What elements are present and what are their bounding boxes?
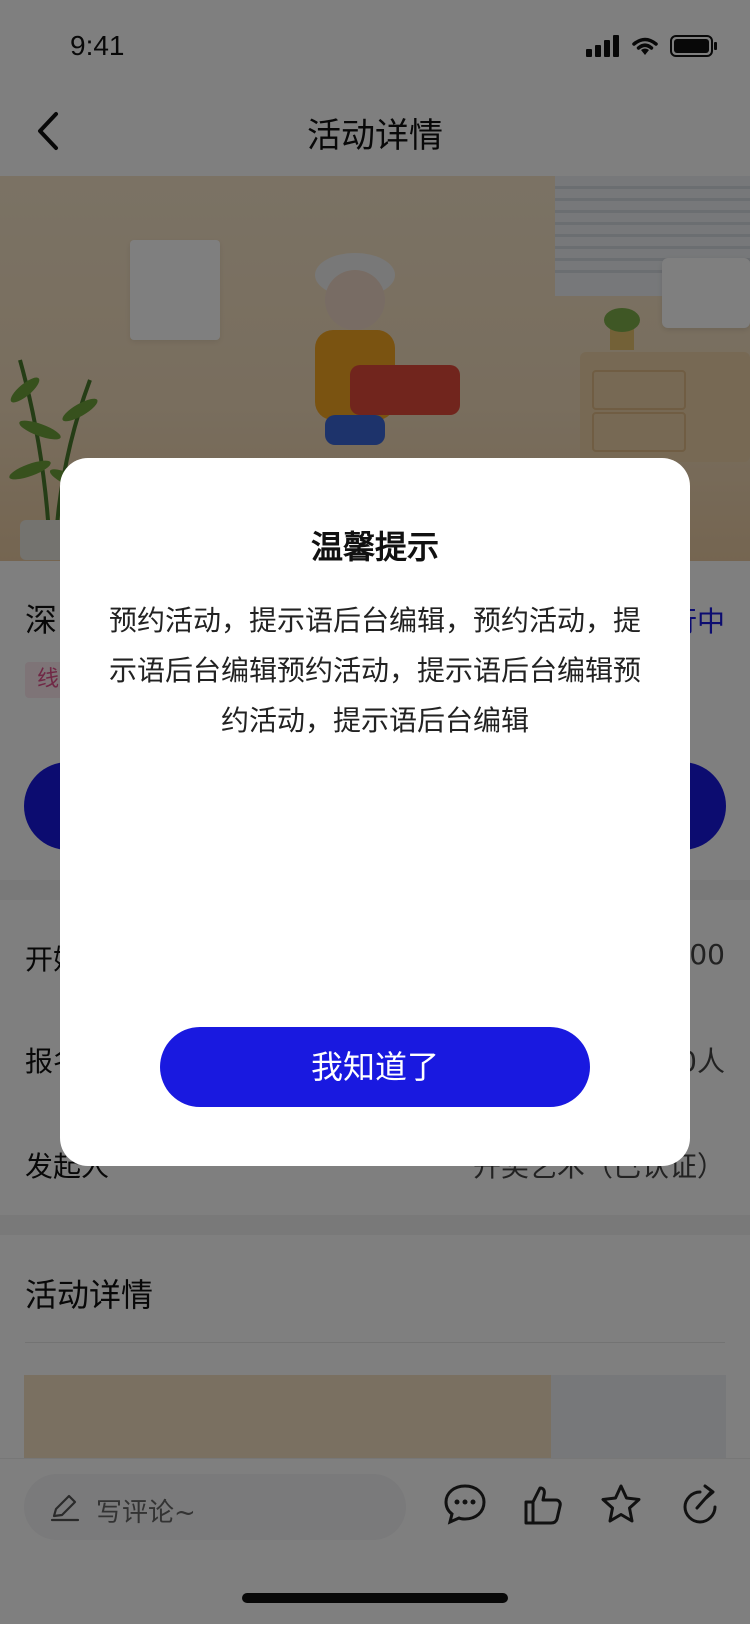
modal-message: 预约活动，提示语后台编辑，预约活动，提示语后台编辑预约活动，提示语后台编辑预约活… [108,604,641,737]
confirm-button[interactable]: 我知道了 [160,1027,590,1107]
modal-title: 温馨提示 [310,528,439,566]
